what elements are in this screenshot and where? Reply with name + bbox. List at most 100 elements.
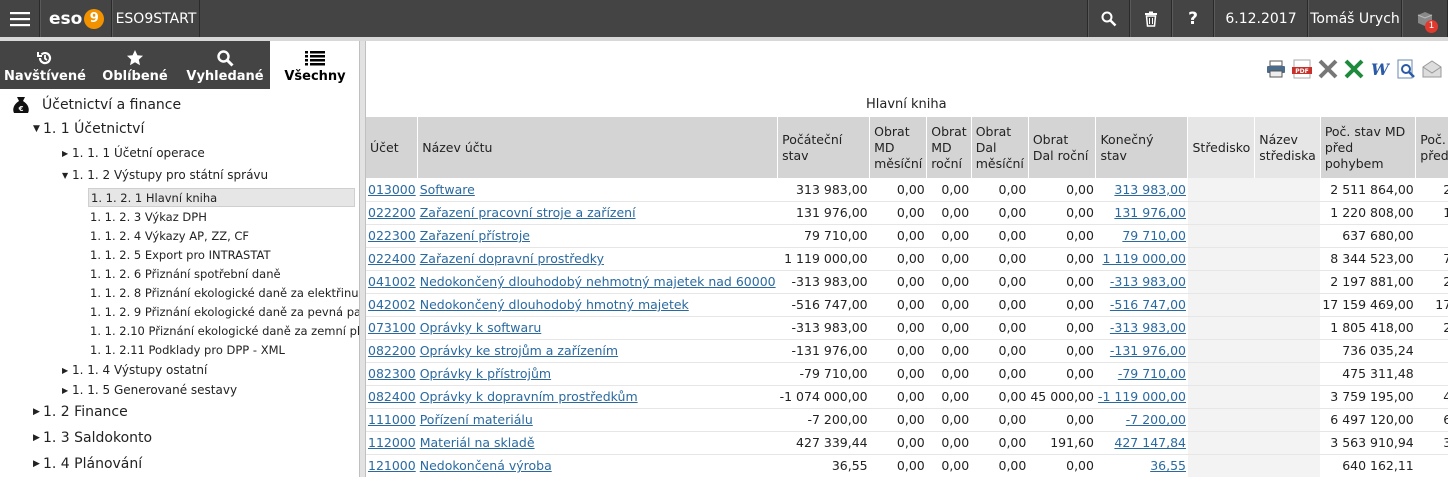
closing-balance-cell[interactable]: 313 983,00 xyxy=(1095,178,1188,202)
cell-link[interactable]: -313 983,00 xyxy=(1110,320,1186,335)
closing-balance-cell[interactable]: 36,55 xyxy=(1095,454,1188,477)
closing-balance-cell[interactable]: -1 119 000,00 xyxy=(1095,385,1188,409)
account-name-cell[interactable]: Pořízení materiálu xyxy=(417,408,778,432)
cell-link[interactable]: Nedokončený dlouhodobý nehmotný majetek … xyxy=(420,274,776,289)
account-name-cell[interactable]: Nedokončená výroba xyxy=(417,454,778,477)
caret-down-icon[interactable]: ▼ xyxy=(33,124,43,134)
tree-item[interactable]: ▶ 1. 1. 5 Generované sestavy xyxy=(62,383,237,397)
cell-link[interactable]: 112000 xyxy=(368,435,416,450)
column-header[interactable]: Poč. stav MD před pohybem xyxy=(1320,117,1417,178)
cell-link[interactable]: 041002 xyxy=(368,274,416,289)
tree-item[interactable]: ▶ 1. 3 Saldokonto xyxy=(33,430,152,446)
closing-balance-cell[interactable]: -7 200,00 xyxy=(1095,408,1188,432)
tree-item[interactable]: 1. 1. 2. 5 Export pro INTRASTAT xyxy=(90,248,270,262)
tree-item[interactable]: ▶ 1. 1. 1 Účetní operace xyxy=(62,146,205,160)
tab-all[interactable]: Všechny xyxy=(270,41,360,89)
account-cell[interactable]: 013000 xyxy=(366,178,418,202)
tree-item[interactable]: ▼ 1. 1. 2 Výstupy pro státní správu xyxy=(62,168,268,182)
tree-item[interactable]: 1. 1. 2. 9 Přiznání ekologické daně za p… xyxy=(90,305,381,319)
cell-link[interactable]: 427 147,84 xyxy=(1114,435,1186,450)
account-cell[interactable]: 111000 xyxy=(366,408,418,432)
cell-link[interactable]: -1 119 000,00 xyxy=(1098,389,1186,404)
tab-visited[interactable]: Navštívené xyxy=(0,41,90,89)
closing-balance-cell[interactable]: 79 710,00 xyxy=(1095,224,1188,248)
tree-item[interactable]: ▶ 1. 1. 4 Výstupy ostatní xyxy=(62,363,207,377)
account-cell[interactable]: 082300 xyxy=(366,362,418,386)
account-name-cell[interactable]: Software xyxy=(417,178,778,202)
cell-link[interactable]: 1 119 000,00 xyxy=(1102,251,1186,266)
caret-right-icon[interactable]: ▶ xyxy=(33,459,43,469)
cell-link[interactable]: Zařazení dopravní prostředky xyxy=(420,251,604,266)
account-cell[interactable]: 022400 xyxy=(366,247,418,271)
closing-balance-cell[interactable]: -516 747,00 xyxy=(1095,293,1188,317)
cell-link[interactable]: 042002 xyxy=(368,297,416,312)
tab-searched[interactable]: Vyhledané xyxy=(180,41,270,89)
column-header[interactable]: Počáteční stav xyxy=(777,117,871,178)
column-header[interactable]: Obrat MD měsíční xyxy=(869,117,928,178)
cell-link[interactable]: -7 200,00 xyxy=(1126,412,1186,427)
tree-item[interactable]: 1. 1. 2.11 Podklady pro DPP - XML xyxy=(90,343,285,357)
tree-item[interactable]: 1. 1. 2. 1 Hlavní kniha xyxy=(88,188,355,207)
account-cell[interactable]: 121000 xyxy=(366,454,418,477)
eso9-logo[interactable]: eso 9 xyxy=(40,0,112,37)
cell-link[interactable]: 79 710,00 xyxy=(1122,228,1186,243)
caret-right-icon[interactable]: ▶ xyxy=(62,149,72,158)
account-cell[interactable]: 022300 xyxy=(366,224,418,248)
trash-button[interactable] xyxy=(1130,0,1172,37)
cell-link[interactable]: Zařazení přístroje xyxy=(420,228,530,243)
account-name-cell[interactable]: Zařazení dopravní prostředky xyxy=(417,247,778,271)
closing-balance-cell[interactable]: -313 983,00 xyxy=(1095,270,1188,294)
cell-link[interactable]: 013000 xyxy=(368,182,416,197)
column-header[interactable]: Obrat MD roční xyxy=(926,117,972,178)
account-name-cell[interactable]: Oprávky ke strojům a zařízením xyxy=(417,339,778,363)
tree-root[interactable]: € Účetnictví a finance xyxy=(10,94,181,116)
panel-splitter[interactable] xyxy=(359,41,366,477)
caret-right-icon[interactable]: ▶ xyxy=(33,407,43,417)
cell-link[interactable]: -131 976,00 xyxy=(1110,343,1186,358)
column-header[interactable]: Poč. před xyxy=(1415,117,1448,178)
tree-item[interactable]: 1. 1. 2. 3 Výkaz DPH xyxy=(90,210,207,224)
closing-balance-cell[interactable]: 1 119 000,00 xyxy=(1095,247,1188,271)
main-menu-button[interactable] xyxy=(0,0,40,37)
account-name-cell[interactable]: Oprávky k softwaru xyxy=(417,316,778,340)
user-name[interactable]: Tomáš Urych xyxy=(1308,0,1402,37)
account-name-cell[interactable]: Oprávky k dopravním prostředkům xyxy=(417,385,778,409)
cell-link[interactable]: Nedokončená výroba xyxy=(420,458,552,473)
cell-link[interactable]: Oprávky ke strojům a zařízením xyxy=(420,343,618,358)
cell-link[interactable]: Materiál na skladě xyxy=(420,435,535,450)
account-cell[interactable]: 112000 xyxy=(366,431,418,455)
cell-link[interactable]: Nedokončený dlouhodobý hmotný majetek xyxy=(420,297,689,312)
cell-link[interactable]: 022200 xyxy=(368,205,416,220)
cell-link[interactable]: 022300 xyxy=(368,228,416,243)
cell-link[interactable]: 082400 xyxy=(368,389,416,404)
notifications-button[interactable]: 1 xyxy=(1402,0,1448,37)
cell-link[interactable]: -79 710,00 xyxy=(1118,366,1186,381)
cell-link[interactable]: Zařazení pracovní stroje a zařízení xyxy=(420,205,636,220)
column-header[interactable]: Konečný stav xyxy=(1095,117,1189,178)
account-cell[interactable]: 082200 xyxy=(366,339,418,363)
xls-icon[interactable] xyxy=(1317,58,1338,80)
caret-right-icon[interactable]: ▶ xyxy=(33,433,43,443)
cell-link[interactable]: 131 976,00 xyxy=(1114,205,1186,220)
column-header[interactable]: Obrat Dal měsíční xyxy=(971,117,1029,178)
cell-link[interactable]: 121000 xyxy=(368,458,416,473)
caret-right-icon[interactable]: ▶ xyxy=(62,386,72,395)
cell-link[interactable]: 082300 xyxy=(368,366,416,381)
cell-link[interactable]: 022400 xyxy=(368,251,416,266)
tree-item[interactable]: 1. 1. 2.10 Přiznání ekologické daně za z… xyxy=(90,324,374,338)
tree-item[interactable]: 1. 1. 2. 6 Přiznání spotřební daně xyxy=(90,267,281,281)
excel-icon[interactable] xyxy=(1343,58,1364,80)
account-cell[interactable]: 073100 xyxy=(366,316,418,340)
account-name-cell[interactable]: Nedokončený dlouhodobý hmotný majetek xyxy=(417,293,778,317)
mail-icon[interactable] xyxy=(1421,58,1442,80)
tree-item[interactable]: 1. 1. 2. 4 Výkazy AP, ZZ, CF xyxy=(90,229,249,243)
account-name-cell[interactable]: Materiál na skladě xyxy=(417,431,778,455)
column-header[interactable]: Obrat Dal roční xyxy=(1028,117,1097,178)
account-name-cell[interactable]: Oprávky k přístrojům xyxy=(417,362,778,386)
search-button[interactable] xyxy=(1088,0,1130,37)
account-cell[interactable]: 042002 xyxy=(366,293,418,317)
account-cell[interactable]: 022200 xyxy=(366,201,418,225)
tree-item[interactable]: 1. 1. 2. 8 Přiznání ekologické daně za e… xyxy=(90,286,359,300)
cell-link[interactable]: Oprávky k dopravním prostředkům xyxy=(420,389,638,404)
column-header[interactable]: Účet xyxy=(366,117,419,178)
